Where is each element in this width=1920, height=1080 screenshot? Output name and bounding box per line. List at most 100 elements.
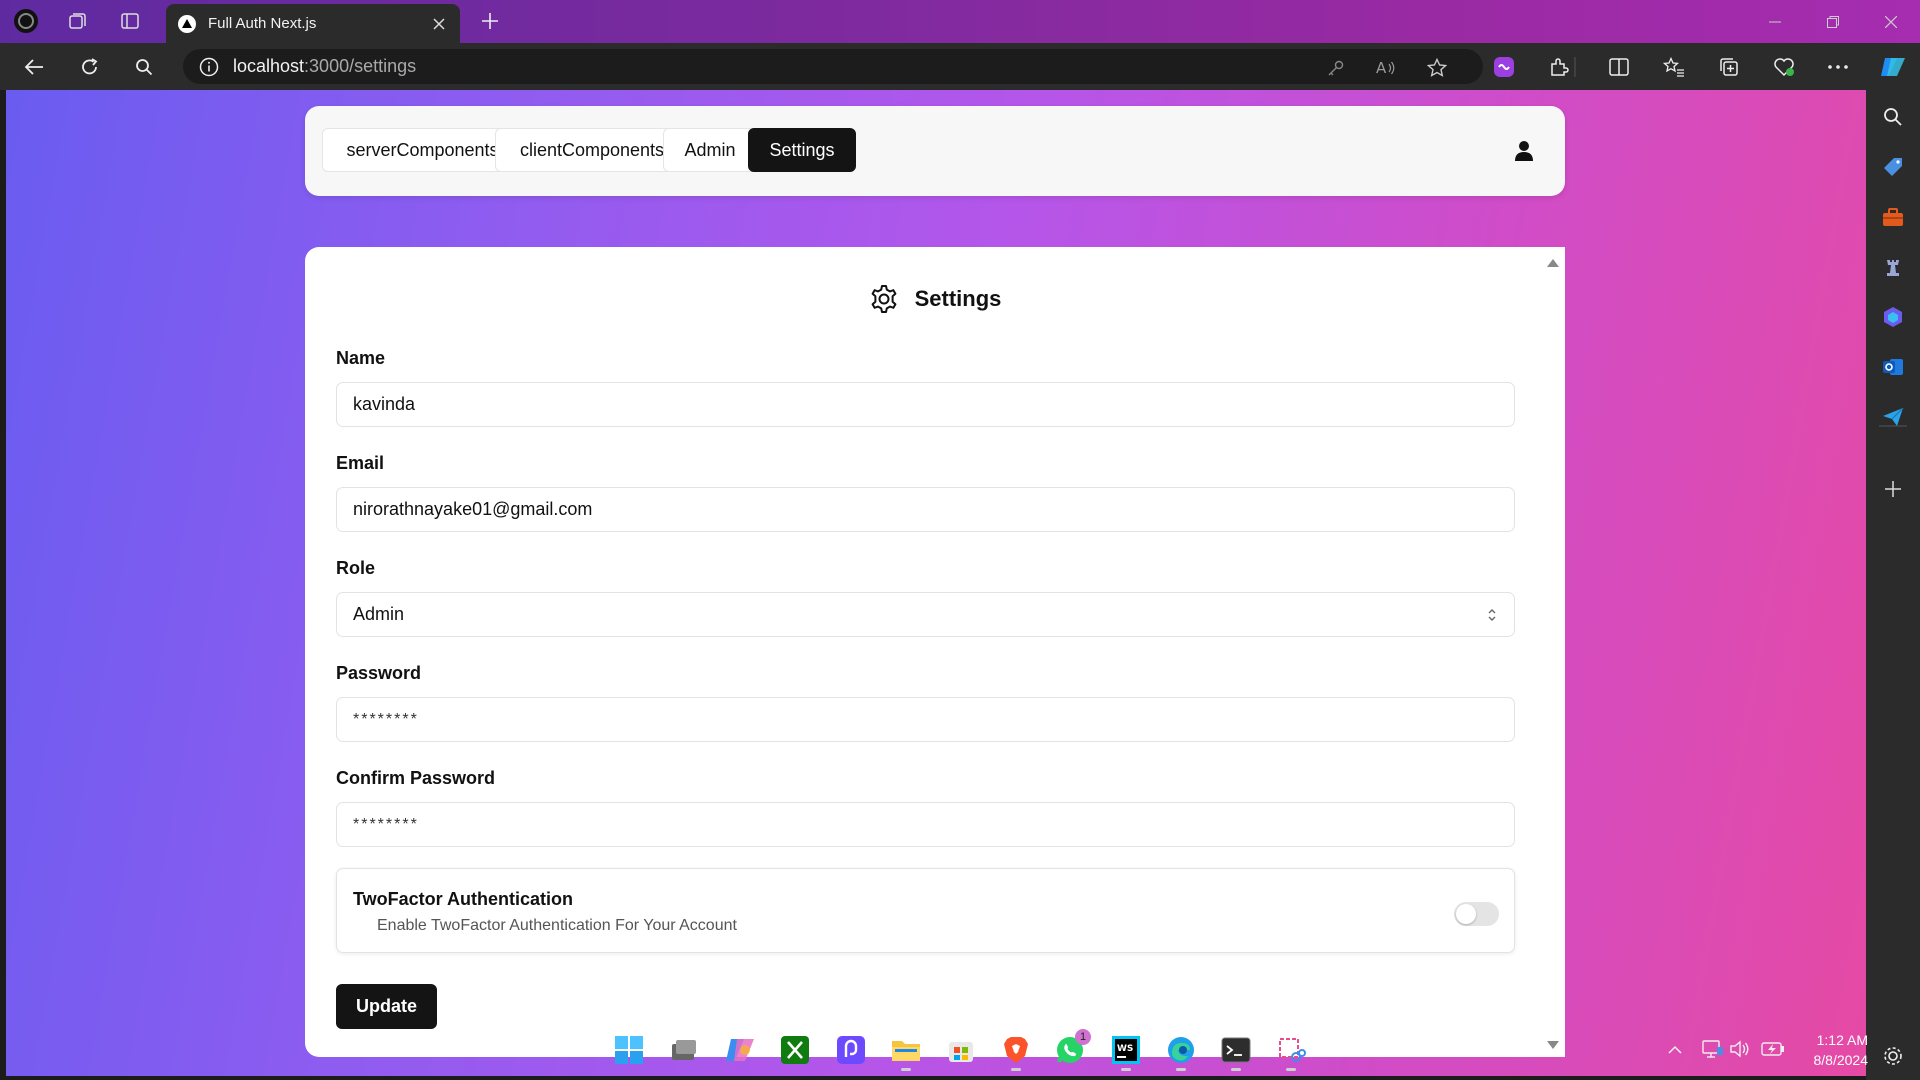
games-chess-icon[interactable]: [1877, 251, 1909, 283]
system-clock[interactable]: 1:12 AM 8/8/2024: [1800, 1030, 1869, 1070]
shopping-tag-icon[interactable]: [1877, 151, 1909, 183]
copilot-designer-icon[interactable]: [1877, 301, 1909, 333]
snipping-tool-icon[interactable]: [1274, 1033, 1308, 1071]
xbox-icon[interactable]: [778, 1033, 812, 1067]
send-telegram-icon[interactable]: [1877, 401, 1909, 433]
running-indicator: [1011, 1068, 1021, 1071]
scroll-down-arrow-icon[interactable]: [1546, 1039, 1560, 1051]
tab-actions-icon[interactable]: [116, 7, 144, 35]
proton-vpn-icon[interactable]: [834, 1033, 868, 1067]
terminal-icon[interactable]: [1219, 1033, 1253, 1071]
email-label: Email: [336, 453, 385, 473]
nav-settings[interactable]: Settings: [748, 128, 856, 172]
restore-icon[interactable]: [1810, 6, 1856, 38]
two-factor-description: Enable TwoFactor Authentication For Your…: [377, 917, 737, 934]
name-label: Name: [336, 348, 386, 368]
email-input[interactable]: nirorathnayake01@gmail.com: [336, 487, 1515, 532]
role-label: Role: [336, 558, 376, 578]
url-host: localhost: [233, 56, 305, 76]
page-viewport: serverComponents clientComponents Admin …: [6, 90, 1866, 1076]
name-input[interactable]: kavinda: [336, 382, 1515, 427]
chevron-up-down-icon: [1488, 609, 1496, 621]
copilot-icon[interactable]: [1877, 51, 1909, 83]
user-avatar-icon[interactable]: [1510, 137, 1538, 165]
file-explorer-icon[interactable]: [889, 1033, 923, 1071]
site-info-icon[interactable]: [199, 57, 219, 77]
display-project-icon[interactable]: [1701, 1037, 1725, 1061]
more-options-icon[interactable]: [1822, 51, 1854, 83]
update-button[interactable]: Update: [336, 984, 437, 1029]
tab-title: Full Auth Next.js: [208, 15, 317, 32]
task-view-icon[interactable]: [667, 1033, 701, 1067]
role-select[interactable]: Admin: [336, 592, 1515, 637]
copilot-app-icon[interactable]: [723, 1033, 757, 1067]
new-tab-icon[interactable]: [476, 7, 504, 35]
close-tab-icon[interactable]: [424, 9, 454, 39]
profile-avatar-icon[interactable]: [12, 7, 40, 35]
volume-speaker-icon[interactable]: [1728, 1037, 1752, 1061]
workspaces-icon[interactable]: [63, 7, 91, 35]
brave-browser-icon[interactable]: [999, 1033, 1033, 1071]
sidebar-divider: [1877, 425, 1909, 427]
split-screen-icon[interactable]: [1603, 51, 1635, 83]
favorites-list-icon[interactable]: [1658, 51, 1690, 83]
running-indicator: [1286, 1068, 1296, 1071]
extension-purple-icon[interactable]: [1488, 51, 1520, 83]
tools-briefcase-icon[interactable]: [1877, 201, 1909, 233]
minimize-icon[interactable]: [1752, 6, 1798, 38]
password-input[interactable]: ********: [336, 697, 1515, 742]
outlook-icon[interactable]: [1877, 351, 1909, 383]
top-navbar: serverComponents clientComponents Admin …: [305, 106, 1565, 196]
clock-date: 8/8/2024: [1813, 1052, 1869, 1068]
settings-card: Settings Name kavinda Email nirorathnaya…: [305, 247, 1565, 1057]
svg-text:A: A: [1376, 59, 1387, 77]
tab-full-auth[interactable]: Full Auth Next.js: [166, 4, 460, 43]
nav-client-components[interactable]: clientComponents: [495, 128, 689, 172]
sidebar-settings-icon[interactable]: [1877, 1040, 1909, 1072]
nav-server-components[interactable]: serverComponents: [322, 128, 523, 172]
edge-sidebar: [1866, 90, 1920, 1080]
running-indicator: [1231, 1068, 1241, 1071]
favorite-star-icon[interactable]: [1427, 58, 1447, 78]
toolbar-divider: [1574, 51, 1576, 83]
browser-titlebar: Full Auth Next.js: [0, 0, 1920, 43]
url-path: :3000/settings: [304, 56, 417, 76]
whatsapp-icon[interactable]: 1: [1053, 1029, 1091, 1067]
clock-time: 1:12 AM: [1816, 1032, 1868, 1048]
webstorm-icon[interactable]: WS: [1109, 1033, 1143, 1071]
extensions-puzzle-icon[interactable]: [1543, 51, 1575, 83]
nextjs-favicon-icon: [178, 14, 196, 33]
confirm-password-input[interactable]: ********: [336, 802, 1515, 847]
microsoft-store-icon[interactable]: [944, 1033, 978, 1067]
running-indicator: [1176, 1068, 1186, 1071]
two-factor-title: TwoFactor Authentication: [353, 889, 573, 909]
svg-text:WS: WS: [1117, 1044, 1133, 1054]
gear-icon: [871, 285, 896, 313]
browser-essentials-icon[interactable]: [1768, 51, 1800, 83]
address-bar[interactable]: localhost:3000/settings: [183, 49, 1483, 84]
read-aloud-icon[interactable]: A: [1376, 58, 1396, 78]
whatsapp-badge: 1: [1075, 1029, 1091, 1045]
show-hidden-icons-chevron-icon[interactable]: [1663, 1037, 1687, 1061]
battery-charging-icon[interactable]: [1761, 1037, 1785, 1061]
key-icon[interactable]: [1326, 58, 1346, 78]
sidebar-search-icon[interactable]: [1877, 101, 1909, 133]
running-indicator: [901, 1068, 911, 1071]
search-icon[interactable]: [128, 51, 160, 83]
browser-toolbar: localhost:3000/settings A: [0, 43, 1920, 90]
refresh-icon[interactable]: [74, 51, 106, 83]
scroll-up-arrow-icon[interactable]: [1546, 257, 1560, 269]
toggle-knob: [1456, 904, 1476, 924]
collections-icon[interactable]: [1713, 51, 1745, 83]
windows-start-icon[interactable]: [612, 1033, 646, 1067]
two-factor-setting: TwoFactor Authentication Enable TwoFacto…: [336, 868, 1515, 953]
nav-admin[interactable]: Admin: [663, 128, 757, 172]
close-window-icon[interactable]: [1868, 6, 1914, 38]
edge-browser-icon[interactable]: [1164, 1033, 1198, 1071]
two-factor-toggle[interactable]: [1454, 902, 1499, 926]
settings-header: Settings: [305, 281, 1565, 317]
running-indicator: [1121, 1068, 1131, 1071]
back-arrow-icon[interactable]: [18, 51, 50, 83]
password-label: Password: [336, 663, 422, 683]
add-sidebar-app-icon[interactable]: [1877, 473, 1909, 505]
